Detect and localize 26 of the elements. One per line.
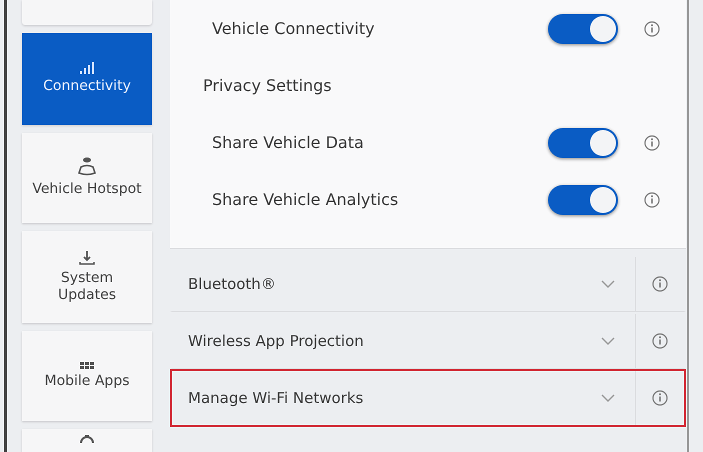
apps-grid-icon <box>80 362 94 369</box>
sidebar-tab[interactable]: System Updates <box>22 231 152 323</box>
info-icon[interactable] <box>644 192 660 208</box>
signal-icon <box>80 62 94 74</box>
toggle-switch[interactable] <box>548 14 618 44</box>
highlighted-section-row[interactable]: Manage Wi-Fi Networks <box>170 369 686 427</box>
sidebar-tab[interactable]: Vehicle Hotspot <box>22 133 152 223</box>
section-row[interactable]: Wireless App Projection <box>170 312 686 369</box>
info-icon[interactable] <box>644 20 660 36</box>
toggle-switch[interactable] <box>548 128 618 158</box>
setting-label: Vehicle Connectivity <box>212 19 376 38</box>
section-row[interactable]: Bluetooth® <box>170 255 686 312</box>
sidebar-tab[interactable]: Connectivity <box>22 33 152 125</box>
info-icon[interactable] <box>652 390 668 406</box>
sidebar-tab[interactable]: Mobile Apps <box>22 331 152 421</box>
info-icon[interactable] <box>652 276 668 292</box>
download-icon <box>79 250 95 266</box>
info-icon[interactable] <box>652 333 668 349</box>
section-header: Privacy Settings <box>203 76 333 95</box>
info-icon[interactable] <box>644 134 660 150</box>
chevron-icon <box>601 394 615 402</box>
setting-label: Share Vehicle Analytics <box>212 190 400 209</box>
toggle-switch[interactable] <box>548 184 618 214</box>
setting-label: Share Vehicle Data <box>212 133 365 152</box>
chevron-icon <box>601 337 615 345</box>
chevron-icon <box>601 280 615 288</box>
